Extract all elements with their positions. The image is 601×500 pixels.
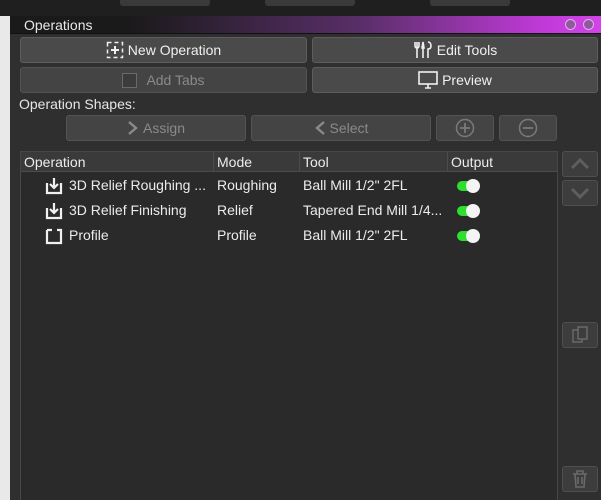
new-operation-button[interactable]: New Operation: [20, 37, 307, 63]
row-tool: Tapered End Mill 1/4...: [303, 202, 443, 218]
add-shape-button[interactable]: [436, 115, 494, 141]
row-operation: 3D Relief Roughing ...: [69, 177, 206, 193]
table-row[interactable]: 3D Relief Roughing ... Roughing Ball Mil…: [21, 173, 557, 198]
left-gutter: [0, 16, 10, 500]
add-tabs-label: Add Tabs: [146, 72, 205, 88]
profile-icon: [45, 228, 63, 245]
table-row[interactable]: 3D Relief Finishing Relief Tapered End M…: [21, 198, 557, 223]
tools-icon: [413, 41, 432, 58]
relief-icon: [45, 203, 63, 220]
table-header: Operation Mode Tool Output: [21, 152, 557, 172]
new-operation-icon: [106, 41, 124, 59]
col-tool[interactable]: Tool: [300, 152, 448, 172]
edit-tools-button[interactable]: Edit Tools: [312, 37, 598, 63]
plus-circle-icon: [455, 118, 475, 138]
move-up-button[interactable]: [562, 151, 598, 177]
chevron-left-icon: [314, 121, 325, 135]
chevron-down-icon: [570, 187, 590, 200]
float-icon[interactable]: [565, 19, 576, 30]
select-button[interactable]: Select: [251, 115, 431, 141]
operation-shapes-label: Operation Shapes:: [19, 96, 136, 112]
top-strip: [0, 0, 601, 16]
top-control: [430, 0, 510, 6]
move-down-button[interactable]: [562, 180, 598, 206]
output-toggle[interactable]: [457, 229, 480, 243]
row-mode: Relief: [217, 202, 253, 218]
tabs-icon: [122, 72, 138, 88]
edit-tools-label: Edit Tools: [436, 42, 498, 58]
operations-table: Operation Mode Tool Output 3D Relief Rou…: [20, 151, 558, 500]
assign-button[interactable]: Assign: [66, 115, 246, 141]
add-tabs-button[interactable]: Add Tabs: [20, 67, 307, 93]
top-control: [120, 0, 210, 6]
top-control: [265, 0, 355, 6]
minus-circle-icon: [518, 118, 538, 138]
select-label: Select: [329, 120, 369, 136]
row-tool: Ball Mill 1/2" 2FL: [303, 177, 408, 193]
chevron-up-icon: [570, 157, 590, 170]
preview-button[interactable]: Preview: [312, 67, 598, 93]
copy-button[interactable]: [562, 322, 598, 348]
trash-icon: [573, 470, 587, 488]
row-mode: Roughing: [217, 177, 277, 193]
preview-label: Preview: [442, 72, 492, 88]
output-toggle[interactable]: [457, 179, 480, 193]
chevron-right-icon: [128, 121, 138, 135]
col-operation[interactable]: Operation: [21, 152, 214, 172]
row-mode: Profile: [217, 227, 257, 243]
copy-icon: [572, 326, 588, 343]
operations-panel: Operations New Operation Edit Tools Add …: [10, 16, 601, 500]
assign-label: Assign: [142, 120, 186, 136]
col-mode[interactable]: Mode: [214, 152, 300, 172]
monitor-icon: [418, 71, 438, 89]
row-operation: Profile: [69, 227, 109, 243]
output-toggle[interactable]: [457, 204, 480, 218]
remove-shape-button[interactable]: [499, 115, 557, 141]
close-icon[interactable]: [583, 19, 594, 30]
col-output[interactable]: Output: [448, 152, 557, 172]
delete-button[interactable]: [562, 466, 598, 492]
new-operation-label: New Operation: [127, 42, 222, 58]
relief-icon: [45, 178, 63, 195]
table-row[interactable]: Profile Profile Ball Mill 1/2" 2FL: [21, 223, 557, 248]
row-operation: 3D Relief Finishing: [69, 202, 187, 218]
row-tool: Ball Mill 1/2" 2FL: [303, 227, 408, 243]
panel-titlebar: Operations: [10, 16, 601, 34]
app-root: Operations New Operation Edit Tools Add …: [0, 0, 601, 500]
panel-title: Operations: [24, 17, 93, 33]
